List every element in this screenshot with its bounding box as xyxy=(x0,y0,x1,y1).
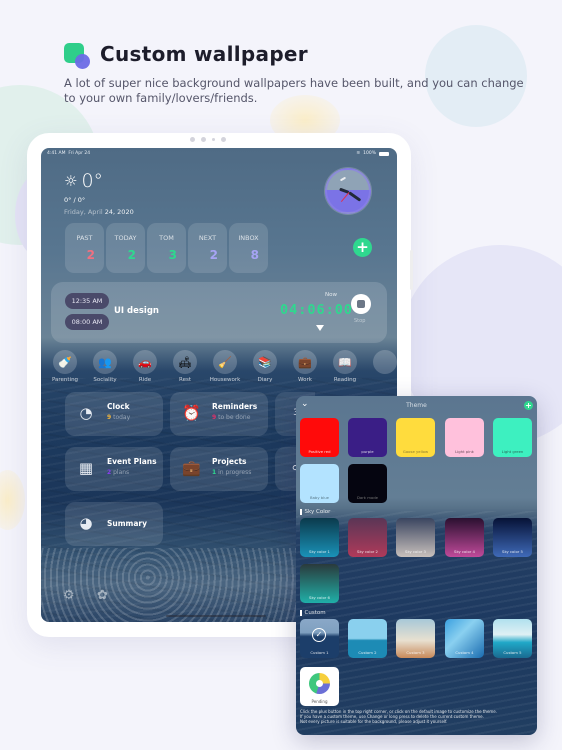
weather-widget[interactable]: ☼ 0° 0° / 0° Friday, April 24, 2020 xyxy=(64,170,134,216)
theme-swatch[interactable]: Dark mode xyxy=(348,464,387,503)
iron-icon: 🧹 xyxy=(213,350,237,374)
category-housework[interactable]: 🧹 Housework xyxy=(210,350,240,383)
status-time: 4:41 AM xyxy=(47,151,66,156)
battery-icon xyxy=(379,151,389,156)
count-today[interactable]: TODAY 2 xyxy=(106,223,145,273)
theme-swatch[interactable]: Light green xyxy=(493,418,532,457)
briefcase-icon: 💼 xyxy=(293,350,317,374)
tablet-side-button xyxy=(410,250,413,290)
sofa-icon: 🛋 xyxy=(173,350,197,374)
category-diary[interactable]: 📚 Diary xyxy=(253,350,277,383)
count-next[interactable]: NEXT 2 xyxy=(188,223,227,273)
custom-image[interactable]: Custom 4 xyxy=(445,619,484,658)
parenting-icon: 🍼 xyxy=(53,350,77,374)
status-bar-right: ≋ 100% xyxy=(356,151,389,156)
category-parenting[interactable]: 🍼 Parenting xyxy=(52,350,78,383)
theme-help-text: Click the plus button in the top right c… xyxy=(300,709,498,724)
category-ride[interactable]: 🚗 Ride xyxy=(133,350,157,383)
stop-button[interactable] xyxy=(351,294,371,314)
car-icon: 🚗 xyxy=(133,350,157,374)
checkmark-icon: ✓ xyxy=(312,628,326,642)
expand-triangle-icon[interactable] xyxy=(316,325,324,331)
category-reading[interactable]: 📖 Reading xyxy=(333,350,357,383)
open-book-icon: 📖 xyxy=(333,350,357,374)
toolbox-icon: 💼 xyxy=(182,459,201,477)
current-date: Friday, April 24, 2020 xyxy=(64,208,134,216)
end-time-pill[interactable]: 08:00 AM xyxy=(65,314,109,330)
theme-swatch[interactable]: Baby blue xyxy=(300,464,339,503)
custom-image[interactable]: Custom 5 xyxy=(493,619,532,658)
theme-panel: ⌄ Theme + Positive red purple Goose yell… xyxy=(296,396,537,735)
calendar-grid-icon: ▦ xyxy=(78,459,94,477)
page-description: A lot of super nice background wallpaper… xyxy=(64,76,524,105)
count-tomorrow[interactable]: TOM 3 xyxy=(147,223,186,273)
category-sociality[interactable]: 👥 Sociality xyxy=(93,350,117,383)
timer-card[interactable]: 12:35 AM 08:00 AM UI design Now 04:06:00… xyxy=(51,282,387,343)
settings-icon[interactable]: ⚙ xyxy=(63,588,75,603)
category-rest[interactable]: 🛋 Rest xyxy=(173,350,197,383)
analog-clock-widget[interactable] xyxy=(325,168,371,214)
sociality-icon: 👥 xyxy=(93,350,117,374)
theme-swatch[interactable]: purple xyxy=(348,418,387,457)
custom-section-label: Custom xyxy=(300,610,326,616)
custom-image[interactable]: Custom 3 xyxy=(396,619,435,658)
status-date: Fri Apr 24 xyxy=(68,151,91,156)
now-label: Now xyxy=(325,292,337,298)
palette-icon[interactable]: ✿ xyxy=(97,588,108,603)
sky-swatch[interactable]: Sky color 6 xyxy=(300,564,339,603)
sky-color-section-label: Sky Color xyxy=(300,509,331,515)
theme-swatch[interactable]: Light pink xyxy=(445,418,484,457)
tablet-camera xyxy=(190,137,226,142)
theme-swatch[interactable]: Goose yellow xyxy=(396,418,435,457)
alarm-clock-icon: ⏰ xyxy=(182,404,201,422)
timer-value: 04:06:00 xyxy=(280,302,354,318)
category-row: 🍼 Parenting 👥 Sociality 🚗 Ride 🛋 Rest 🧹 House… xyxy=(52,350,397,383)
pie-chart-icon: ◕ xyxy=(79,514,93,532)
count-past[interactable]: PAST 2 xyxy=(65,223,104,273)
theme-swatch[interactable]: Positive red xyxy=(300,418,339,457)
sky-swatch[interactable]: Sky color 1 xyxy=(300,518,339,557)
pending-pie-icon xyxy=(309,673,330,694)
page-title: Custom wallpaper xyxy=(100,42,308,66)
custom-image[interactable]: ✓ Custom 1 xyxy=(300,619,339,658)
add-theme-button[interactable]: + xyxy=(524,401,533,410)
category-more[interactable] xyxy=(373,350,397,374)
sky-swatch[interactable]: Sky color 2 xyxy=(348,518,387,557)
temperature: 0° xyxy=(81,170,104,192)
tile-projects[interactable]: 💼 Projects 1 in progress xyxy=(170,447,268,491)
books-icon: 📚 xyxy=(253,350,277,374)
category-work[interactable]: 💼 Work xyxy=(293,350,317,383)
add-task-button[interactable]: + xyxy=(353,238,372,257)
pending-card[interactable]: Pending xyxy=(300,667,339,706)
home-indicator xyxy=(166,615,266,617)
battery-text: 100% xyxy=(363,151,376,156)
stop-label: Stop xyxy=(354,318,366,324)
sun-icon: ☼ xyxy=(64,171,78,190)
count-inbox[interactable]: INBOX 8 xyxy=(229,223,268,273)
current-task-name: UI design xyxy=(114,306,159,316)
custom-image[interactable]: Custom 2 xyxy=(348,619,387,658)
theme-panel-title: Theme xyxy=(406,402,427,409)
start-time-pill[interactable]: 12:35 AM xyxy=(65,293,109,309)
tile-reminders[interactable]: ⏰ Reminders 9 to be done xyxy=(170,392,268,436)
tile-summary[interactable]: ◕ Summary xyxy=(65,502,163,546)
task-counts: PAST 2 TODAY 2 TOM 3 NEXT 2 INBOX 8 xyxy=(65,223,268,273)
category-icon xyxy=(373,350,397,374)
sky-swatch[interactable]: Sky color 5 xyxy=(493,518,532,557)
decorative-blob xyxy=(0,470,25,530)
tile-clock[interactable]: ◔ Clock 9 today xyxy=(65,392,163,436)
temperature-range: 0° / 0° xyxy=(64,196,86,204)
app-logo-icon xyxy=(64,43,94,71)
sky-swatch[interactable]: Sky color 4 xyxy=(445,518,484,557)
sky-swatch[interactable]: Sky color 3 xyxy=(396,518,435,557)
wifi-icon: ≋ xyxy=(356,151,361,156)
clock-icon: ◔ xyxy=(79,404,93,422)
tile-event-plans[interactable]: ▦ Event Plans 2 plans xyxy=(65,447,163,491)
status-bar-left: 4:41 AM Fri Apr 24 xyxy=(47,151,90,156)
